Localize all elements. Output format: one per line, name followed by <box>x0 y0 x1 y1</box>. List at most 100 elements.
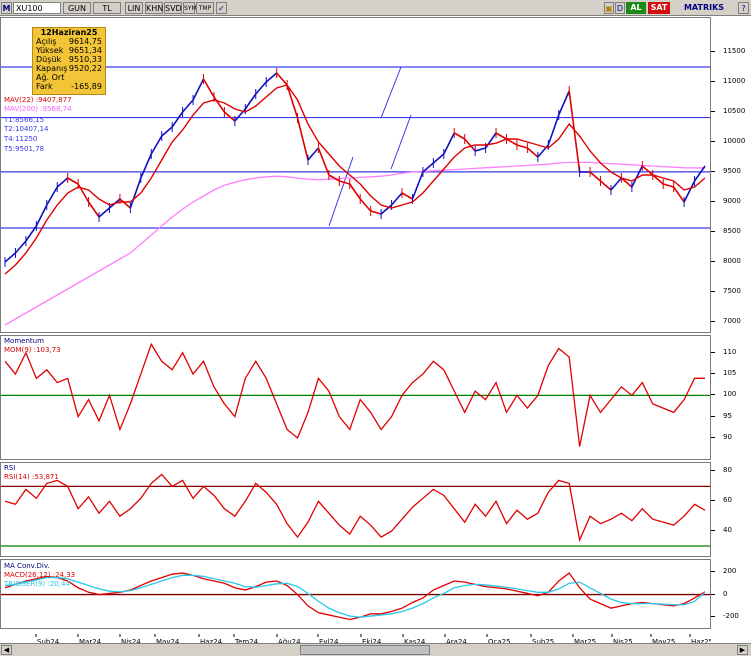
buy-button[interactable]: AL <box>626 2 646 14</box>
help-icon[interactable]: ? <box>738 2 749 14</box>
y-tick-label: 95 <box>723 411 732 420</box>
price-segment <box>662 183 674 188</box>
y-tick-label: 9500 <box>723 167 741 175</box>
price-segment <box>255 81 267 95</box>
price-segment <box>4 252 16 263</box>
price-segment <box>328 174 340 182</box>
y-tick-mark <box>711 616 715 618</box>
price-segment <box>202 78 215 98</box>
ohlc-date: 12Haziran25 <box>40 28 98 37</box>
y-tick-label: 80 <box>723 466 732 475</box>
tb-button-lin[interactable]: LIN <box>125 2 143 14</box>
momentum-scale: 90 95 100 105 110 <box>711 335 751 460</box>
y-tick-label: 8500 <box>723 227 741 235</box>
price-segment <box>474 147 486 152</box>
trend-line <box>380 66 402 119</box>
ohlc-key: Yüksek <box>36 46 64 55</box>
ohlc-row: Kapanış 9520,22 <box>33 64 105 73</box>
macd-label: MACD(26,12) :24,33 <box>4 571 76 579</box>
tb-button-sym[interactable]: SYM <box>183 2 197 14</box>
trigger-label: TRIGGER(9) :20,44 <box>4 580 70 588</box>
ohlc-value: 9510,33 <box>68 55 102 64</box>
price-segment <box>557 90 570 116</box>
tb-button-tmp[interactable]: TMP <box>196 2 214 14</box>
ohlc-row: Düşük 9510,33 <box>33 55 105 64</box>
ohlc-value: 9520,22 <box>68 64 102 73</box>
price-segment <box>641 165 654 176</box>
y-tick-mark <box>711 470 715 472</box>
ohlc-key: Ağ. Ort <box>36 73 65 82</box>
m-button[interactable]: M <box>1 2 12 14</box>
y-tick-mark <box>711 373 715 375</box>
price-segment <box>161 126 173 137</box>
scroll-right-arrow-icon[interactable]: ▶ <box>737 645 748 655</box>
y-tick-mark <box>711 201 715 202</box>
y-tick-label: 200 <box>723 566 737 575</box>
price-segment <box>140 153 153 179</box>
y-tick-label: 10000 <box>723 137 746 145</box>
price-segment <box>453 132 466 140</box>
price-segment <box>129 177 142 209</box>
price-chart <box>1 66 710 326</box>
price-segment <box>14 240 27 254</box>
calendar-icon[interactable]: ▣ <box>604 2 614 14</box>
y-tick-mark <box>711 261 715 262</box>
d-button[interactable]: D <box>615 2 625 14</box>
price-segment <box>223 111 236 122</box>
ohlc-key: Açılış <box>36 37 57 46</box>
check-icon[interactable]: ✓ <box>216 2 227 14</box>
scroll-left-arrow-icon[interactable]: ◀ <box>1 645 12 655</box>
price-segment <box>286 84 299 119</box>
y-tick-label: 11000 <box>723 77 746 85</box>
ohlc-row: Fark -165,89 <box>33 82 105 91</box>
momentum-panel <box>0 335 711 460</box>
trend-line <box>390 114 412 170</box>
y-tick-label: 60 <box>723 496 732 505</box>
rsi-scale: 40 60 80 <box>711 462 751 557</box>
macd-scale: -200 0 200 <box>711 559 751 629</box>
horizontal-scrollbar[interactable]: ◀ ▶ <box>0 643 751 656</box>
ohlc-key: Düşük <box>36 55 62 64</box>
tb-button-svd[interactable]: SVD <box>164 2 182 14</box>
y-tick-label: 90 <box>723 432 732 441</box>
y-tick-label: 0 <box>723 589 728 598</box>
price-segment <box>276 72 288 86</box>
price-segment <box>349 183 361 200</box>
toolbar: M XU100 GUN TL LIN KHN SVD SYM TMP ✓ ▣ D… <box>0 0 751 16</box>
scroll-thumb[interactable] <box>300 645 430 655</box>
sell-button[interactable]: SAT <box>648 2 670 14</box>
y-tick-mark <box>711 111 715 112</box>
y-tick-mark <box>711 436 715 438</box>
price-segment <box>432 153 445 164</box>
y-tick-label: -200 <box>723 612 739 621</box>
rsi-label: RSI(14) :53,871 <box>4 473 59 481</box>
macd-chart <box>1 572 710 621</box>
price-segment <box>443 132 455 155</box>
y-tick-mark <box>711 351 715 353</box>
y-tick-mark <box>711 81 715 82</box>
t2-label: T2:10407,14 <box>4 125 49 133</box>
y-tick-mark <box>711 171 715 172</box>
y-tick-label: 9000 <box>723 197 741 205</box>
price-segment <box>171 111 184 128</box>
tb-button-gun[interactable]: GUN <box>63 2 91 14</box>
macd-line <box>4 572 706 621</box>
y-tick-mark <box>711 231 715 232</box>
price-segment <box>568 90 581 173</box>
price-segment <box>182 99 194 113</box>
tb-button-khn[interactable]: KHN <box>145 2 163 14</box>
y-tick-mark <box>711 394 715 396</box>
price-segment <box>46 186 58 206</box>
y-tick-mark <box>711 291 715 292</box>
tb-button-tl[interactable]: TL <box>93 2 121 14</box>
price-segment <box>506 138 518 146</box>
ohlc-value: 9651,34 <box>68 46 102 55</box>
y-tick-mark <box>711 415 715 417</box>
symbol-field[interactable]: XU100 <box>13 2 61 14</box>
y-tick-mark <box>711 51 715 52</box>
price-segment <box>683 180 696 203</box>
ohlc-key: Kapanış <box>36 64 68 73</box>
price-segment <box>526 147 539 158</box>
price-segment <box>600 180 612 191</box>
mav22-label: MAV(22) :9407,877 <box>4 96 72 104</box>
